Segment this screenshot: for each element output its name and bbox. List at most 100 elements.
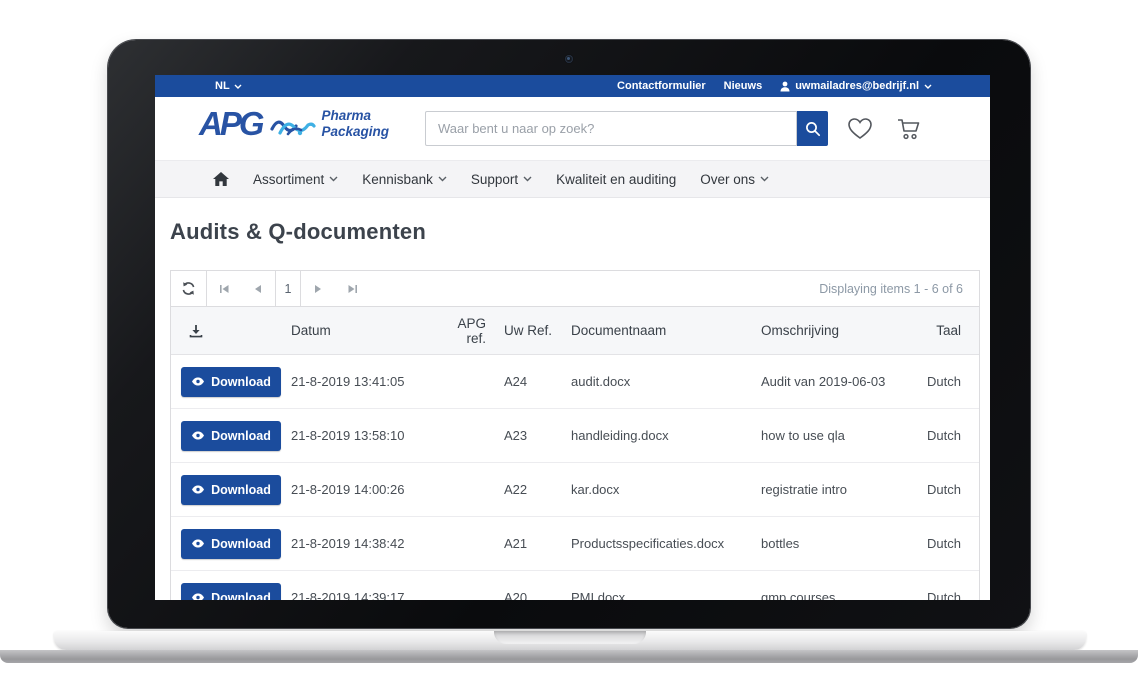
column-header-taal[interactable]: Taal bbox=[926, 323, 979, 338]
last-page-button[interactable] bbox=[335, 271, 369, 306]
cart-button[interactable] bbox=[895, 117, 921, 141]
webcam bbox=[565, 55, 573, 63]
download-button[interactable]: Download bbox=[181, 475, 281, 505]
nav-item-assortiment[interactable]: Assortiment bbox=[253, 172, 338, 187]
laptop-mockup: NL Contactformulier Nieuws uwmailadres@b… bbox=[0, 0, 1138, 692]
home-icon bbox=[213, 172, 229, 186]
account-email: uwmailadres@bedrijf.nl bbox=[795, 80, 919, 92]
topbar-link-nieuws[interactable]: Nieuws bbox=[724, 80, 763, 92]
refresh-button[interactable] bbox=[171, 271, 207, 306]
logo-tagline-line1: Pharma bbox=[322, 108, 372, 123]
cell-omschrijving: Audit van 2019-06-03 bbox=[761, 374, 926, 389]
download-button-label: Download bbox=[211, 375, 271, 389]
first-page-button[interactable] bbox=[207, 271, 241, 306]
search-input[interactable] bbox=[425, 111, 797, 146]
eye-icon bbox=[191, 377, 205, 386]
column-header-documentnaam[interactable]: Documentnaam bbox=[571, 323, 761, 338]
nav-label: Support bbox=[471, 172, 518, 187]
cell-omschrijving: gmp courses bbox=[761, 590, 926, 600]
nav-item-kwaliteit-en-auditing[interactable]: Kwaliteit en auditing bbox=[556, 172, 676, 187]
download-button[interactable]: Download bbox=[181, 421, 281, 451]
search-icon bbox=[805, 121, 821, 137]
nav-item-kennisbank[interactable]: Kennisbank bbox=[362, 172, 447, 187]
eye-icon bbox=[191, 431, 205, 440]
download-icon bbox=[189, 324, 291, 338]
cart-icon bbox=[895, 117, 921, 141]
download-button[interactable]: Download bbox=[181, 529, 281, 559]
eye-icon bbox=[191, 539, 205, 548]
chevron-down-icon bbox=[438, 176, 447, 182]
prev-page-button[interactable] bbox=[241, 271, 275, 306]
top-utility-bar: NL Contactformulier Nieuws uwmailadres@b… bbox=[155, 75, 990, 97]
cell-omschrijving: how to use qla bbox=[761, 428, 926, 443]
table-row: Download 21-8-2019 14:00:26 A22 kar.docx… bbox=[171, 463, 979, 517]
search-field-wrap bbox=[425, 111, 797, 146]
language-label: NL bbox=[215, 80, 230, 92]
table-row: Download 21-8-2019 14:38:42 A21 Products… bbox=[171, 517, 979, 571]
table-row: Download 21-8-2019 13:41:05 A24 audit.do… bbox=[171, 355, 979, 409]
column-header-omschrijving[interactable]: Omschrijving bbox=[761, 323, 926, 338]
laptop-base-notch bbox=[494, 631, 646, 644]
topbar-link-contactformulier[interactable]: Contactformulier bbox=[617, 80, 706, 92]
cell-taal: Dutch bbox=[926, 536, 979, 551]
table-toolbar: 1 Displaying items 1 - 6 of 6 bbox=[171, 271, 979, 307]
download-column-icon-cell bbox=[171, 324, 291, 338]
column-header-uw-ref[interactable]: Uw Ref. bbox=[486, 323, 571, 338]
cell-datum: 21-8-2019 13:58:10 bbox=[291, 428, 436, 443]
nav-home[interactable] bbox=[213, 172, 229, 186]
column-header-datum[interactable]: Datum bbox=[291, 323, 436, 338]
table-row: Download 21-8-2019 14:39:17 A20 PMI.docx… bbox=[171, 571, 979, 600]
account-menu[interactable]: uwmailadres@bedrijf.nl bbox=[780, 80, 932, 92]
cell-taal: Dutch bbox=[926, 374, 979, 389]
cell-taal: Dutch bbox=[926, 590, 979, 600]
heart-icon bbox=[847, 117, 873, 140]
cell-datum: 21-8-2019 13:41:05 bbox=[291, 374, 436, 389]
dna-helix-icon bbox=[270, 113, 316, 139]
download-button-label: Download bbox=[211, 537, 271, 551]
cell-datum: 21-8-2019 14:38:42 bbox=[291, 536, 436, 551]
page-title: Audits & Q-documenten bbox=[170, 219, 426, 245]
search-button[interactable] bbox=[797, 111, 828, 146]
cell-documentnaam: PMI.docx bbox=[571, 590, 761, 600]
chevron-down-icon bbox=[234, 84, 242, 89]
eye-icon bbox=[191, 593, 205, 600]
nav-label: Kennisbank bbox=[362, 172, 433, 187]
next-page-button[interactable] bbox=[301, 271, 335, 306]
table-header-row: Datum APG ref. Uw Ref. Documentnaam Omsc… bbox=[171, 307, 979, 355]
apg-logo[interactable]: APG Pharma Packaging bbox=[199, 107, 389, 140]
cell-documentnaam: kar.docx bbox=[571, 482, 761, 497]
chevron-down-icon bbox=[523, 176, 532, 182]
cell-uw-ref: A24 bbox=[486, 374, 571, 389]
cell-uw-ref: A22 bbox=[486, 482, 571, 497]
nav-item-over-ons[interactable]: Over ons bbox=[700, 172, 769, 187]
laptop-base-edge bbox=[0, 650, 1138, 663]
language-selector[interactable]: NL bbox=[215, 80, 242, 92]
cell-uw-ref: A23 bbox=[486, 428, 571, 443]
nav-label: Assortiment bbox=[253, 172, 324, 187]
cell-documentnaam: Productsspecificaties.docx bbox=[571, 536, 761, 551]
cell-datum: 21-8-2019 14:39:17 bbox=[291, 590, 436, 600]
browser-screen: NL Contactformulier Nieuws uwmailadres@b… bbox=[155, 75, 990, 600]
chevron-down-icon bbox=[760, 176, 769, 182]
nav-label: Over ons bbox=[700, 172, 755, 187]
download-button[interactable]: Download bbox=[181, 583, 281, 601]
page-number[interactable]: 1 bbox=[275, 271, 301, 306]
cell-uw-ref: A21 bbox=[486, 536, 571, 551]
wishlist-button[interactable] bbox=[847, 117, 873, 140]
column-header-apg-ref[interactable]: APG ref. bbox=[436, 316, 486, 346]
pagination-status: Displaying items 1 - 6 of 6 bbox=[819, 282, 979, 296]
download-button-label: Download bbox=[211, 591, 271, 601]
cell-taal: Dutch bbox=[926, 482, 979, 497]
download-button[interactable]: Download bbox=[181, 367, 281, 397]
cell-taal: Dutch bbox=[926, 428, 979, 443]
site-header: APG Pharma Packaging bbox=[155, 97, 990, 160]
cell-documentnaam: audit.docx bbox=[571, 374, 761, 389]
download-button-label: Download bbox=[211, 483, 271, 497]
documents-table: 1 Displaying items 1 - 6 of 6 Datum APG … bbox=[170, 270, 980, 600]
cell-omschrijving: bottles bbox=[761, 536, 926, 551]
nav-item-support[interactable]: Support bbox=[471, 172, 532, 187]
logo-tagline-line2: Packaging bbox=[322, 124, 390, 139]
user-icon bbox=[780, 81, 790, 92]
chevron-down-icon bbox=[329, 176, 338, 182]
chevron-down-icon bbox=[924, 84, 932, 89]
